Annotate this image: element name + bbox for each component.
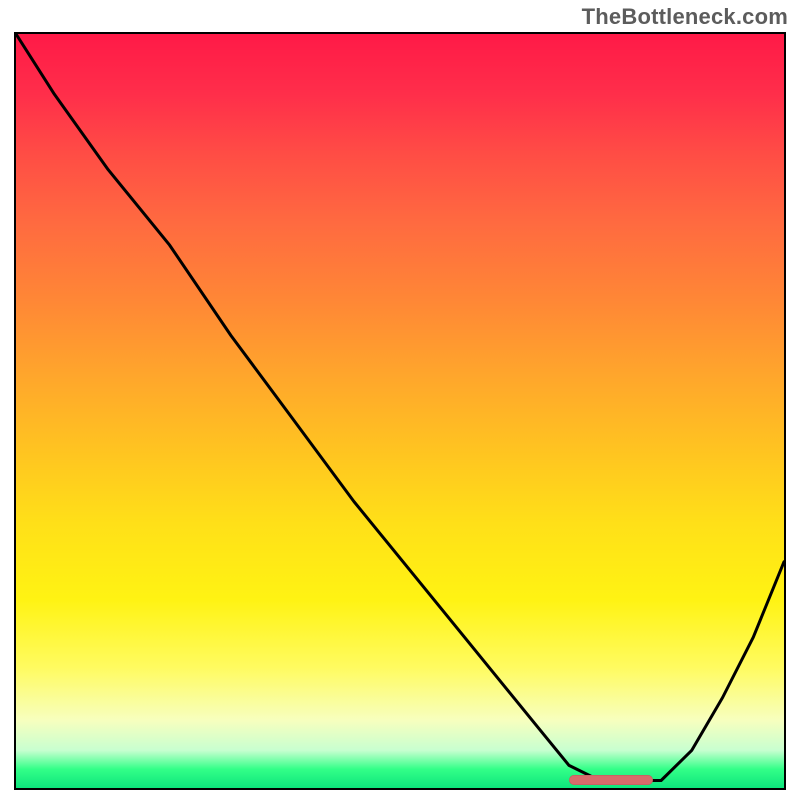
watermark-text: TheBottleneck.com	[582, 4, 788, 30]
chart-wrapper: TheBottleneck.com	[0, 0, 800, 800]
bottleneck-curve	[16, 34, 784, 788]
optimal-range-bar	[569, 775, 653, 785]
plot-area	[14, 32, 786, 790]
